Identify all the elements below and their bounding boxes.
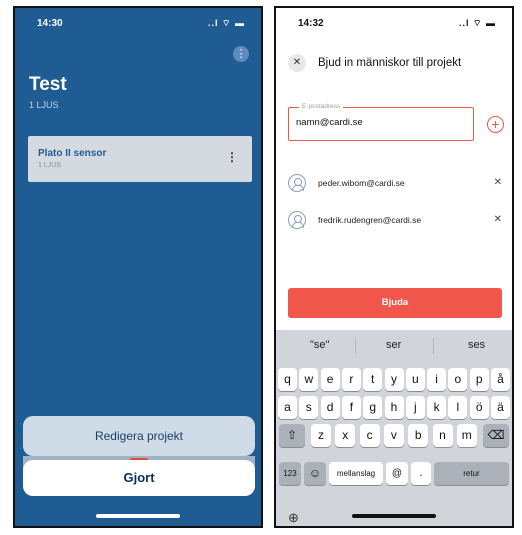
status-time: 14:30: [37, 18, 63, 29]
key-l[interactable]: l: [448, 396, 468, 419]
emoji-key[interactable]: ☺: [304, 462, 326, 485]
project-subtitle: 1 LJUS: [29, 100, 59, 110]
key-r[interactable]: r: [341, 368, 361, 391]
keyboard: "se" ser ses qwertyuiopå asdfghjklöä ⇧ ⌫…: [276, 330, 512, 526]
numbers-key[interactable]: 123: [279, 462, 301, 485]
key-v[interactable]: v: [383, 424, 404, 447]
return-key[interactable]: retur: [434, 462, 509, 485]
edit-project-button[interactable]: Redigera projekt: [23, 416, 255, 456]
key-o[interactable]: o: [448, 368, 468, 391]
key-ö[interactable]: ö: [469, 396, 489, 419]
invitee-email: peder.wibom@cardi.se: [318, 178, 405, 188]
key-k[interactable]: k: [427, 396, 447, 419]
home-indicator: [352, 514, 436, 518]
status-bar: 14:30 ..l ⌔ ▬: [15, 8, 261, 38]
key-b[interactable]: b: [408, 424, 429, 447]
invite-header: ✕ Bjud in människor till projekt: [288, 48, 504, 78]
suggestion-item[interactable]: ser: [386, 339, 401, 351]
remove-invitee-icon[interactable]: ✕: [494, 177, 502, 188]
key-h[interactable]: h: [384, 396, 404, 419]
key-m[interactable]: m: [456, 424, 477, 447]
key-f[interactable]: f: [341, 396, 361, 419]
signal-wifi-battery-icon: ..l ⌔ ▬: [208, 18, 245, 28]
key-z[interactable]: z: [311, 424, 331, 447]
suggestion-divider: [355, 338, 356, 354]
key-w[interactable]: w: [299, 368, 319, 391]
key-u[interactable]: u: [405, 368, 425, 391]
suggestion-item[interactable]: "se": [310, 339, 329, 351]
at-key[interactable]: @: [386, 462, 408, 485]
done-button[interactable]: Gjort: [23, 460, 255, 496]
suggestion-bar: "se" ser ses: [276, 330, 512, 360]
sensor-card[interactable]: Plato II sensor 1 LJUS ⋮: [28, 136, 252, 182]
email-input[interactable]: [296, 117, 466, 128]
home-indicator: [96, 514, 180, 518]
add-email-icon[interactable]: +: [487, 116, 504, 133]
sensor-subtitle: 1 LJUS: [38, 162, 61, 169]
email-field-label: E-postadress: [299, 103, 344, 110]
backspace-key[interactable]: ⌫: [483, 424, 509, 447]
key-s[interactable]: s: [299, 396, 319, 419]
key-ä[interactable]: ä: [491, 396, 510, 419]
right-phone-screen: 14:32 ..l ⌔ ▬ ✕ Bjud in människor till p…: [274, 6, 514, 528]
person-icon: [288, 211, 306, 229]
status-time: 14:32: [298, 18, 324, 29]
key-å[interactable]: å: [491, 368, 510, 391]
dot-key[interactable]: .: [411, 462, 431, 485]
space-key[interactable]: mellanslag: [329, 462, 383, 485]
email-field-wrapper: E-postadress: [288, 103, 474, 141]
key-q[interactable]: q: [278, 368, 297, 391]
key-n[interactable]: n: [432, 424, 453, 447]
key-x[interactable]: x: [335, 424, 356, 447]
person-icon: [288, 174, 306, 192]
remove-invitee-icon[interactable]: ✕: [494, 214, 502, 225]
key-i[interactable]: i: [427, 368, 447, 391]
signal-wifi-battery-icon: ..l ⌔ ▬: [459, 18, 496, 28]
invitee-row: fredrik.rudengren@cardi.se ✕: [288, 211, 502, 231]
close-icon[interactable]: ✕: [288, 54, 306, 72]
project-title: Test: [29, 74, 67, 95]
key-d[interactable]: d: [320, 396, 340, 419]
key-y[interactable]: y: [384, 368, 404, 391]
key-c[interactable]: c: [359, 424, 380, 447]
suggestion-item[interactable]: ses: [468, 339, 485, 351]
left-phone-screen: 14:30 ..l ⌔ ▬ ⋮ Test 1 LJUS Plato II sen…: [13, 6, 263, 528]
invite-button[interactable]: Bjuda: [288, 288, 502, 318]
key-p[interactable]: p: [469, 368, 489, 391]
invite-title: Bjud in människor till projekt: [318, 57, 462, 69]
key-a[interactable]: a: [278, 396, 297, 419]
key-j[interactable]: j: [405, 396, 425, 419]
key-g[interactable]: g: [363, 396, 383, 419]
invitee-email: fredrik.rudengren@cardi.se: [318, 215, 422, 225]
card-more-icon[interactable]: ⋮: [226, 150, 238, 164]
invitee-row: peder.wibom@cardi.se ✕: [288, 174, 502, 194]
key-t[interactable]: t: [363, 368, 383, 391]
status-bar: 14:32 ..l ⌔ ▬: [276, 8, 512, 38]
globe-icon[interactable]: ⊕: [288, 510, 299, 526]
sensor-name: Plato II sensor: [38, 148, 107, 159]
shift-key[interactable]: ⇧: [279, 424, 305, 447]
key-e[interactable]: e: [320, 368, 340, 391]
more-options-icon[interactable]: ⋮: [233, 46, 249, 62]
suggestion-divider: [433, 338, 434, 354]
